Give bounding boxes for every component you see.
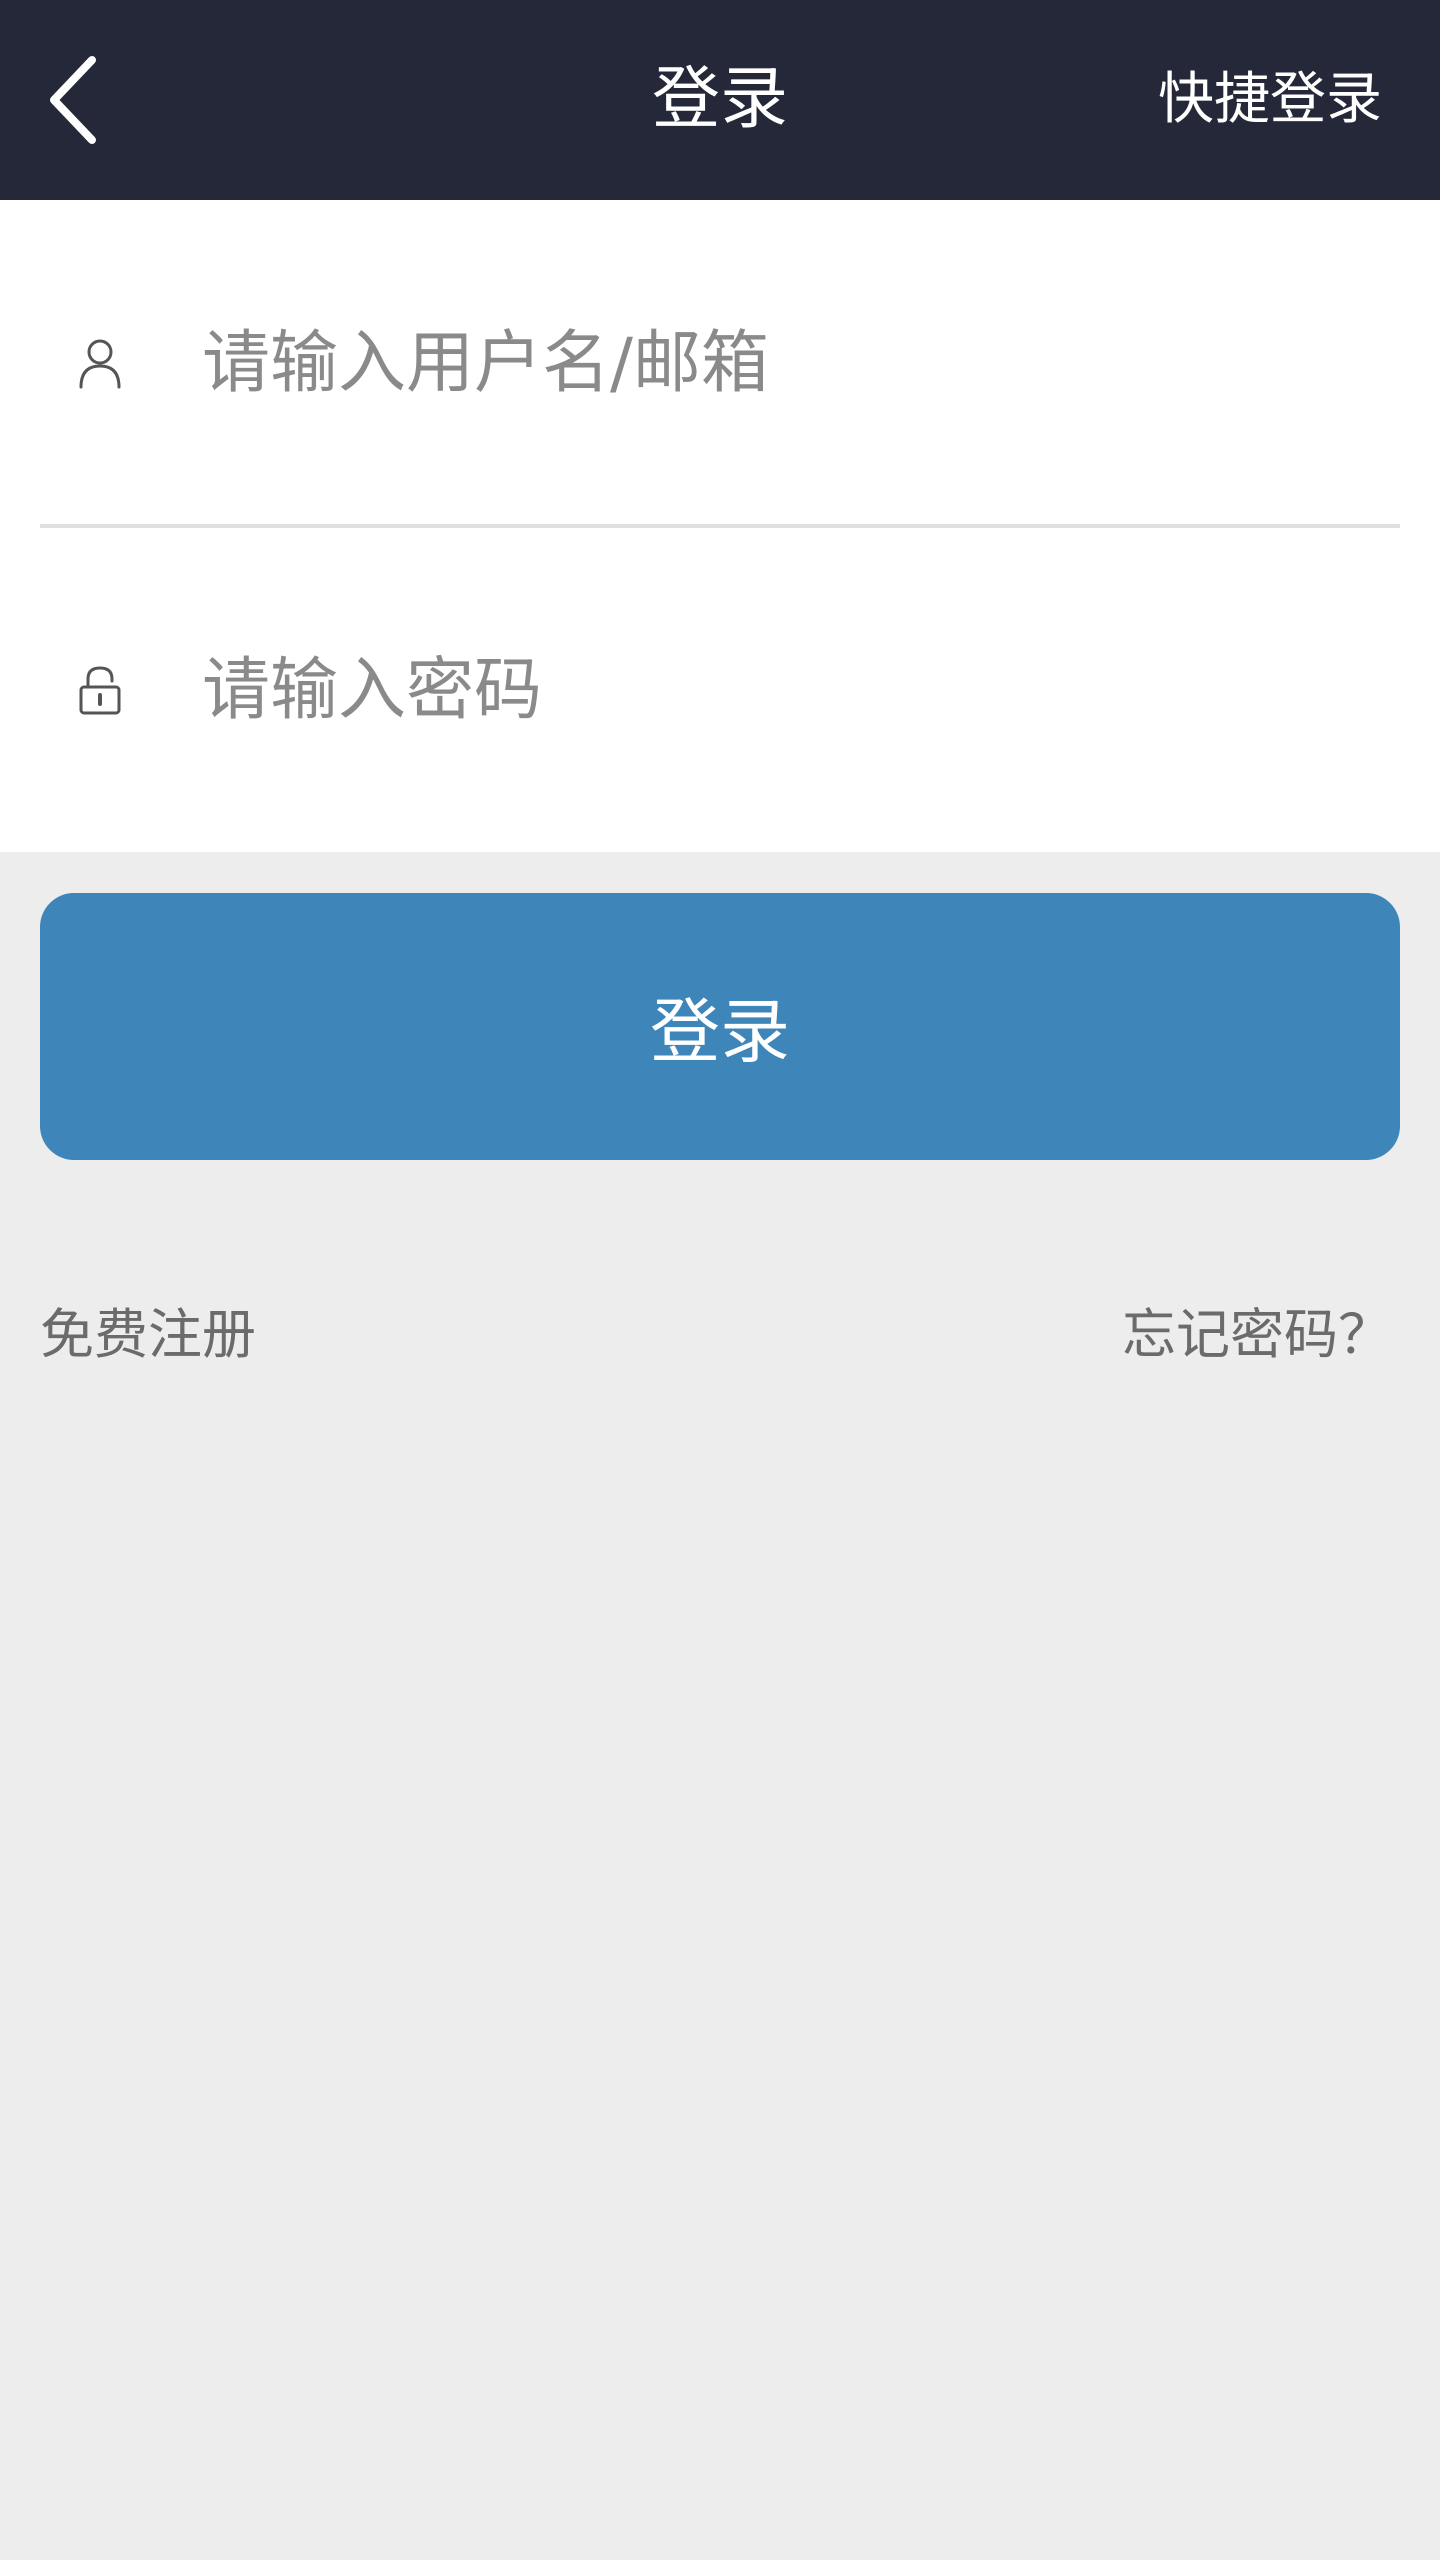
app-header: 登录 快捷登录 (0, 0, 1440, 200)
username-input[interactable] (160, 303, 1400, 423)
back-button[interactable] (24, 40, 124, 160)
password-input[interactable] (160, 630, 1400, 750)
chevron-left-icon (50, 56, 96, 144)
quick-login-link[interactable]: 快捷登录 (1158, 0, 1382, 200)
forgot-password-link[interactable]: 忘记密码？ (1122, 1290, 1392, 1380)
login-form (0, 200, 1440, 852)
lock-icon (40, 665, 160, 715)
register-link[interactable]: 免费注册 (40, 1290, 256, 1380)
login-button[interactable]: 登录 (40, 893, 1400, 1160)
username-row (40, 200, 1400, 526)
password-row (40, 528, 1400, 852)
user-icon (40, 337, 160, 389)
